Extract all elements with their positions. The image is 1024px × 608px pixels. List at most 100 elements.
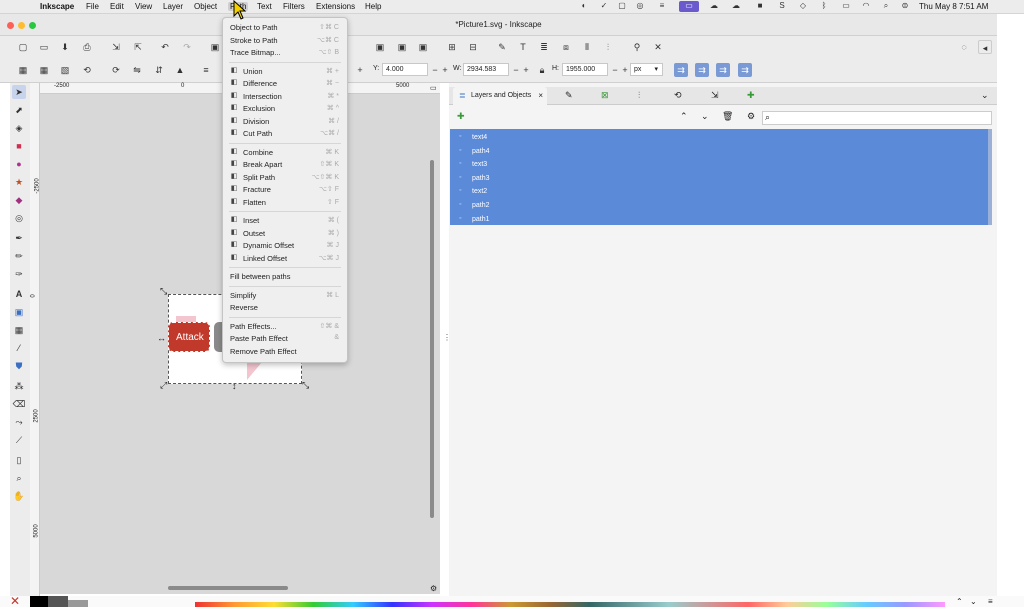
- move-patterns-icon[interactable]: ⇉: [738, 63, 752, 77]
- w-field[interactable]: 2934.583: [463, 63, 509, 76]
- battery-icon[interactable]: ▭: [840, 1, 852, 12]
- tab-layers-and-objects[interactable]: ≣ Layers and Objects ×: [453, 87, 547, 105]
- move-gradients-icon[interactable]: ⇉: [716, 63, 730, 77]
- menu-app[interactable]: Inkscape: [40, 2, 74, 11]
- measure-tool-icon[interactable]: ⟋: [12, 433, 26, 447]
- search-input[interactable]: ⌕: [762, 111, 992, 125]
- pen-tool-icon[interactable]: ✒: [12, 231, 26, 245]
- y-field[interactable]: 4.000: [382, 63, 428, 76]
- menu-item-path-effects[interactable]: Path Effects... ⇧⌘ &: [223, 321, 347, 333]
- align-icon[interactable]: ⫴: [580, 40, 594, 54]
- text-font-icon[interactable]: T: [516, 40, 530, 54]
- settings-gear-icon[interactable]: ⚙: [747, 111, 755, 122]
- menu-item-split-path[interactable]: ◧ Split Path ⌥⇧⌘ K: [223, 172, 347, 184]
- select-all-icon[interactable]: ▦: [16, 63, 30, 77]
- menu-extensions[interactable]: Extensions: [316, 2, 355, 11]
- 3dbox-tool-icon[interactable]: ◆: [12, 193, 26, 207]
- add-layer-icon[interactable]: ✚: [457, 111, 465, 122]
- status-s-icon[interactable]: S: [776, 1, 788, 12]
- menu-item-trace-bitmap[interactable]: Trace Bitmap... ⌥⇧ B: [223, 47, 347, 59]
- select-all-layers-icon[interactable]: ▦: [37, 63, 51, 77]
- deselect-icon[interactable]: ▧: [58, 63, 72, 77]
- spray-tool-icon[interactable]: ⁂: [12, 379, 26, 393]
- stretch-handle-icon[interactable]: ↔: [157, 333, 166, 343]
- bluetooth-icon[interactable]: ᛒ: [818, 1, 830, 12]
- save-icon[interactable]: ⬇: [58, 40, 72, 54]
- y-plus-button[interactable]: +: [438, 63, 452, 77]
- zoom-tool-icon[interactable]: ⌕: [12, 471, 26, 485]
- swatch-grey-light[interactable]: [68, 600, 88, 607]
- duplicate-icon[interactable]: ▣: [373, 40, 387, 54]
- menu-item-inset[interactable]: ◧ Inset ⌘ (: [223, 215, 347, 227]
- scale-corners-icon[interactable]: ⇉: [695, 63, 709, 77]
- horizontal-scrollbar[interactable]: [168, 586, 288, 590]
- palette-up-icon[interactable]: ⌃: [956, 597, 963, 606]
- calligraphy-tool-icon[interactable]: ✑: [12, 267, 26, 281]
- menu-item-dynamic-offset[interactable]: ◧ Dynamic Offset ⌘ J: [223, 240, 347, 252]
- rotate-ccw-icon[interactable]: ⟲: [80, 63, 94, 77]
- export-tab-icon[interactable]: ⊠: [601, 90, 609, 101]
- move-down-icon[interactable]: ⌄: [701, 111, 709, 122]
- object-row[interactable]: ◦ path2: [450, 199, 992, 212]
- close-tab-icon[interactable]: ×: [538, 87, 543, 105]
- menu-item-combine[interactable]: ◧ Combine ⌘ K: [223, 147, 347, 159]
- status-screen-icon[interactable]: ▭: [679, 1, 699, 12]
- h-field[interactable]: 1955.000: [562, 63, 608, 76]
- attack-button-shape[interactable]: Attack: [168, 322, 210, 352]
- status-cloud2-icon[interactable]: ☁: [730, 1, 742, 12]
- status-shield-icon[interactable]: ▢: [616, 1, 628, 12]
- transform-tab-icon[interactable]: ⟲: [674, 90, 682, 101]
- xml-editor-icon[interactable]: ⧈: [559, 40, 573, 54]
- align-tab-icon[interactable]: ⫶: [638, 90, 640, 101]
- menu-item-simplify[interactable]: Simplify ⌘ L: [223, 290, 347, 302]
- paint-bucket-tool-icon[interactable]: ⛊: [12, 359, 26, 373]
- status-dropbox-icon[interactable]: ◇: [797, 1, 809, 12]
- menu-item-fill-between-paths[interactable]: Fill between paths: [223, 271, 347, 283]
- clone-icon[interactable]: ▣: [395, 40, 409, 54]
- transform-icon[interactable]: ⫶: [601, 40, 615, 54]
- new-document-icon[interactable]: ▢: [16, 40, 30, 54]
- palette-down-icon[interactable]: ⌄: [970, 597, 977, 606]
- menu-item-break-apart[interactable]: ◧ Break Apart ⇧⌘ K: [223, 159, 347, 171]
- object-row[interactable]: ◦ path3: [450, 172, 992, 185]
- snap-icon[interactable]: ◌: [957, 40, 971, 54]
- collapse-arrow-icon[interactable]: ◂: [978, 40, 992, 54]
- group-icon[interactable]: ⊞: [445, 40, 459, 54]
- gradient-tool-icon[interactable]: ▣: [12, 305, 26, 319]
- spiral-tool-icon[interactable]: ◎: [12, 211, 26, 225]
- ungroup-icon[interactable]: ⊟: [466, 40, 480, 54]
- pan-tool-icon[interactable]: ✋: [12, 489, 26, 503]
- redo-icon[interactable]: ↷: [180, 40, 194, 54]
- flip-vertical-icon[interactable]: ⇵: [152, 63, 166, 77]
- unlink-clone-icon[interactable]: ▣: [416, 40, 430, 54]
- object-row[interactable]: ◦ path1: [450, 213, 992, 226]
- clock[interactable]: Thu May 8 7:51 AM: [919, 2, 988, 11]
- control-center-icon[interactable]: ⊜: [899, 1, 911, 12]
- eraser-tool-icon[interactable]: ⌫: [12, 397, 26, 411]
- object-row[interactable]: ◦ text2: [450, 185, 992, 198]
- pencil-tool-icon[interactable]: ✏: [12, 249, 26, 263]
- export-icon[interactable]: ⇱: [131, 40, 145, 54]
- status-box-icon[interactable]: ■: [754, 1, 766, 12]
- swatch-strip[interactable]: [195, 602, 945, 607]
- menu-item-exclusion[interactable]: ◧ Exclusion ⌘ ^: [223, 103, 347, 115]
- status-check-icon[interactable]: ✓: [598, 1, 610, 12]
- layers-icon[interactable]: ≣: [537, 40, 551, 54]
- menu-item-paste-path-effect[interactable]: Paste Path Effect &: [223, 333, 347, 345]
- copy-icon[interactable]: ▣: [208, 40, 222, 54]
- menu-layer[interactable]: Layer: [163, 2, 183, 11]
- connector-tool-icon[interactable]: ⤳: [12, 415, 26, 429]
- scale-handle-icon[interactable]: ⤢: [160, 380, 167, 391]
- open-icon[interactable]: ▭: [37, 40, 51, 54]
- list-scrollbar[interactable]: [988, 129, 992, 225]
- dropper-tool-icon[interactable]: ⁄: [12, 341, 26, 355]
- ellipse-tool-icon[interactable]: ●: [12, 157, 26, 171]
- menu-filters[interactable]: Filters: [283, 2, 305, 11]
- symbols-tab-icon[interactable]: ✚: [747, 90, 755, 101]
- selector-tool-icon[interactable]: ➤: [12, 85, 26, 99]
- text-tool-icon[interactable]: A: [12, 287, 26, 301]
- menu-item-intersection[interactable]: ◧ Intersection ⌘ *: [223, 91, 347, 103]
- unit-select[interactable]: px ▾: [630, 63, 663, 76]
- mesh-tool-icon[interactable]: ▦: [12, 323, 26, 337]
- menu-item-reverse[interactable]: Reverse: [223, 302, 347, 314]
